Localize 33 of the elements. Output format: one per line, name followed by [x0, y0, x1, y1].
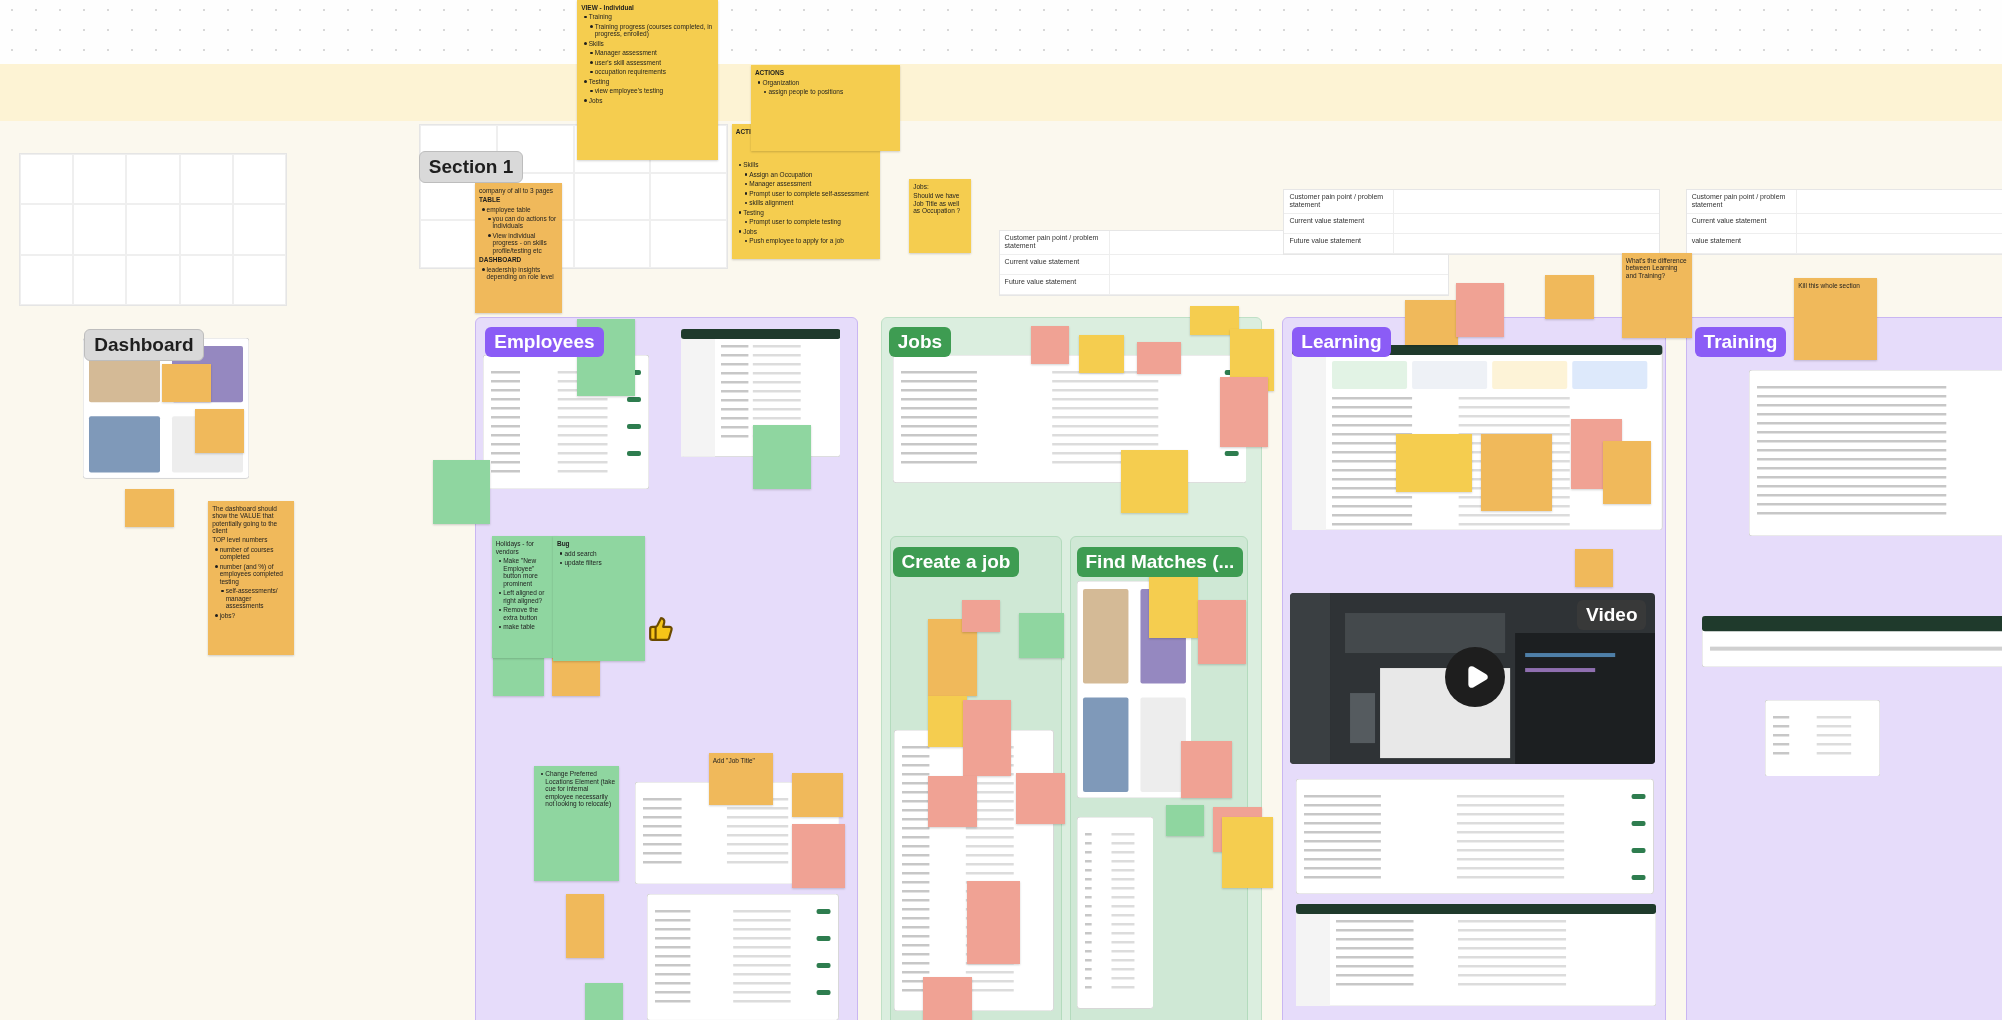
- section-label: Employees: [485, 326, 604, 357]
- section-label: Video: [1577, 600, 1647, 631]
- section-label: Learning: [1292, 326, 1391, 357]
- bullet-icon: [590, 61, 593, 64]
- section-label: Training: [1694, 326, 1787, 357]
- bullet-icon: [584, 42, 587, 45]
- section-label: Find Matches (...: [1076, 546, 1244, 577]
- bullet-icon: [215, 614, 218, 617]
- bullet-icon: [215, 565, 218, 568]
- bullet-icon: [488, 234, 491, 237]
- bullet-icon: [482, 208, 485, 211]
- bullet-icon: [215, 548, 218, 551]
- section-label: Jobs: [888, 326, 952, 357]
- bullet-icon: [482, 268, 485, 271]
- bullet-icon: [738, 211, 742, 214]
- section-label: Create a job: [892, 546, 1020, 577]
- bullet-icon: [584, 80, 587, 83]
- section-label: Section 1: [418, 150, 524, 183]
- section-label: Dashboard: [84, 329, 204, 362]
- bullet-icon: [584, 99, 587, 102]
- bullet-icon: [757, 81, 761, 84]
- bullet-icon: [744, 173, 748, 176]
- bullet-icon: [488, 217, 491, 220]
- bullet-icon: [744, 192, 748, 195]
- bullet-icon: [584, 15, 587, 19]
- bullet-icon: [590, 89, 593, 93]
- bullet-icon: [738, 230, 742, 233]
- bullet-icon: [590, 25, 593, 28]
- bullet-icon: [221, 589, 224, 593]
- thumbs-up-icon: [648, 616, 674, 642]
- bullet-icon: [590, 51, 593, 55]
- bullet-icon: [559, 552, 563, 555]
- bullet-icon: [590, 70, 593, 74]
